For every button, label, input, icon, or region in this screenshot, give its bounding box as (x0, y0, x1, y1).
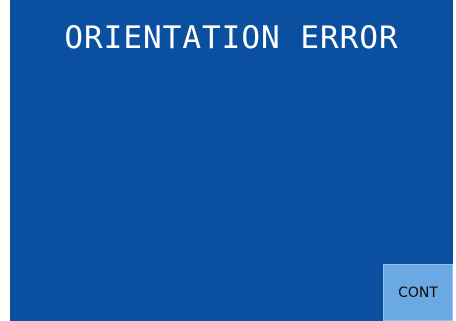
left-margin (0, 0, 10, 321)
continue-button[interactable]: CONT (383, 264, 453, 321)
error-screen: ORIENTATION ERROR CONT (10, 0, 453, 321)
error-title: ORIENTATION ERROR (64, 20, 399, 56)
